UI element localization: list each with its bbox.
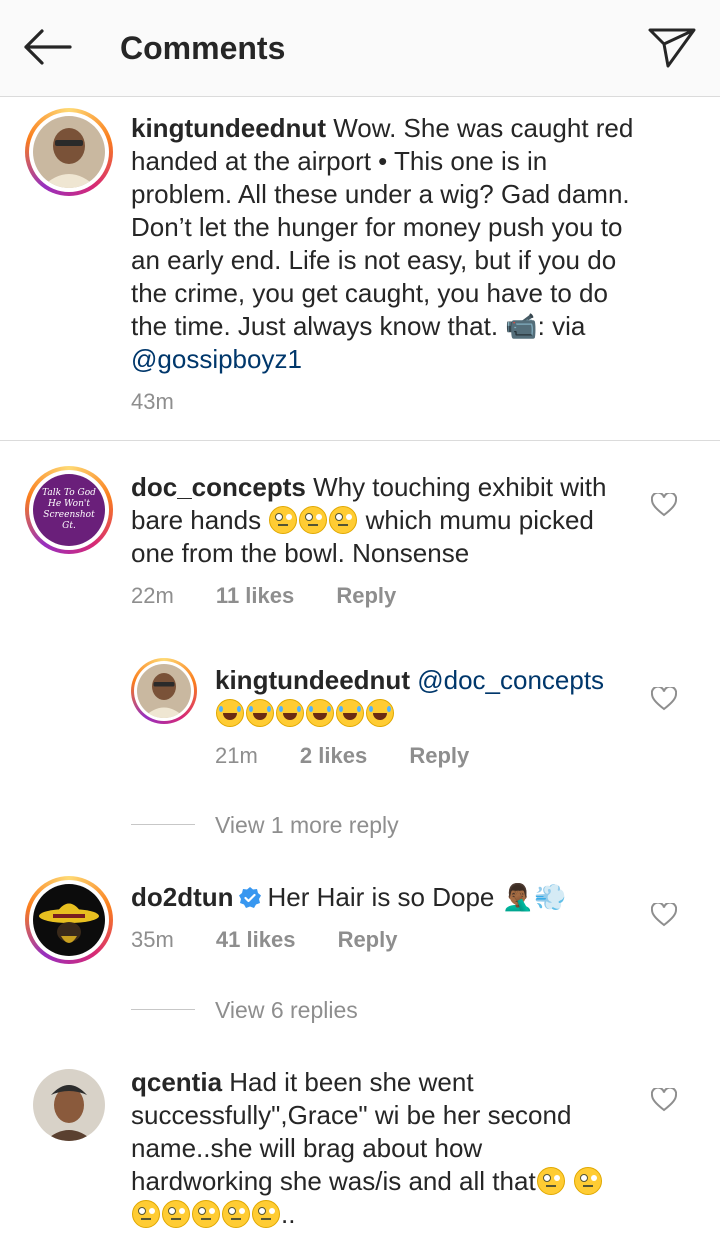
view-replies-line xyxy=(131,824,195,825)
reply-meta: 21m 2 likes Reply xyxy=(215,742,505,770)
avatar-caption: Talk To God He Won't Screenshot Gt. xyxy=(42,488,96,531)
caption-timestamp: 43m xyxy=(131,389,174,414)
reply-time: 21m xyxy=(215,743,258,768)
comment-likes[interactable]: 41 likes xyxy=(216,927,296,952)
rolling-eyes-emoji xyxy=(252,1200,280,1228)
avatar-ring[interactable] xyxy=(25,876,113,964)
avatar xyxy=(137,664,191,718)
reply-mention[interactable]: @doc_concepts xyxy=(417,665,604,695)
caption-text: kingtundeednut Wow. She was caught red h… xyxy=(131,112,651,376)
reply-username[interactable]: kingtundeednut xyxy=(215,665,410,695)
caption-divider xyxy=(0,440,720,441)
caption-via: : via xyxy=(537,311,586,341)
laughing-emoji xyxy=(276,699,304,727)
comment-body: Her Hair is so Dope xyxy=(267,882,495,912)
like-heart-icon[interactable] xyxy=(651,687,677,711)
page-title: Comments xyxy=(120,30,286,66)
rolling-eyes-emoji xyxy=(192,1200,220,1228)
rolling-eyes-emoji xyxy=(269,506,298,534)
comment-time: 22m xyxy=(131,583,174,608)
caption-time: 43m xyxy=(131,388,210,416)
comment-username[interactable]: doc_concepts xyxy=(131,472,306,502)
view-replies-line xyxy=(131,1009,195,1010)
rolling-eyes-emoji xyxy=(222,1200,250,1228)
rolling-eyes-emoji xyxy=(536,1167,565,1195)
rolling-eyes-emoji xyxy=(329,506,358,534)
camera-emoji: 📹 xyxy=(505,311,538,341)
like-heart-icon[interactable] xyxy=(651,1088,677,1112)
comment-username[interactable]: qcentia xyxy=(131,1067,222,1097)
comment-text: qcentia Had it been she went successfull… xyxy=(131,1066,631,1231)
reply-button[interactable]: Reply xyxy=(336,583,396,608)
back-button[interactable] xyxy=(18,22,76,72)
laughing-emoji xyxy=(216,699,244,727)
caption-body: Wow. She was caught red handed at the ai… xyxy=(131,113,634,341)
avatar-ring[interactable] xyxy=(131,658,197,724)
like-heart-icon[interactable] xyxy=(651,493,677,517)
view-more-replies[interactable]: View 6 replies xyxy=(215,996,358,1024)
avatar xyxy=(33,116,105,188)
avatar xyxy=(33,884,105,956)
avatar[interactable] xyxy=(33,1069,105,1141)
laughing-emoji xyxy=(246,699,274,727)
facepalm-emoji: 🤦🏾‍♂️ xyxy=(501,882,534,912)
comment-meta: 35m 41 likes Reply xyxy=(131,926,433,954)
rolling-eyes-emoji xyxy=(299,506,328,534)
comment-text: do2dtun Her Hair is so Dope 🤦🏾‍♂️💨 xyxy=(131,881,631,914)
avatar-ring[interactable]: Talk To God He Won't Screenshot Gt. xyxy=(25,466,113,554)
caption-username[interactable]: kingtundeednut xyxy=(131,113,326,143)
verified-badge-icon xyxy=(238,887,261,908)
reply-likes[interactable]: 2 likes xyxy=(300,743,367,768)
comment-text: doc_concepts Why touching exhibit with b… xyxy=(131,471,631,570)
view-more-replies[interactable]: View 1 more reply xyxy=(215,811,399,839)
rolling-eyes-emoji xyxy=(132,1200,160,1228)
dash-emoji: 💨 xyxy=(534,882,567,912)
rolling-eyes-emoji xyxy=(573,1167,602,1195)
laughing-emoji xyxy=(366,699,394,727)
comment-time: 35m xyxy=(131,927,174,952)
share-button[interactable] xyxy=(644,22,700,72)
comment-likes[interactable]: 11 likes xyxy=(216,583,294,608)
reply-button[interactable]: Reply xyxy=(409,743,469,768)
app-header: Comments xyxy=(0,0,720,97)
rolling-eyes-emoji xyxy=(162,1200,190,1228)
laughing-emoji xyxy=(306,699,334,727)
comment-username[interactable]: do2dtun xyxy=(131,882,234,912)
laughing-emoji xyxy=(336,699,364,727)
paper-plane-icon xyxy=(648,28,696,68)
reply-button[interactable]: Reply xyxy=(338,927,398,952)
comment-tail: .. xyxy=(281,1199,296,1229)
avatar-ring[interactable] xyxy=(25,108,113,196)
caption-mention[interactable]: @gossipboyz1 xyxy=(131,344,302,374)
comment-meta: 22m 11 likes Reply xyxy=(131,582,432,610)
reply-text: kingtundeednut @doc_concepts xyxy=(215,664,635,730)
avatar: Talk To God He Won't Screenshot Gt. xyxy=(33,474,105,546)
like-heart-icon[interactable] xyxy=(651,903,677,927)
arrow-left-icon xyxy=(24,29,72,65)
